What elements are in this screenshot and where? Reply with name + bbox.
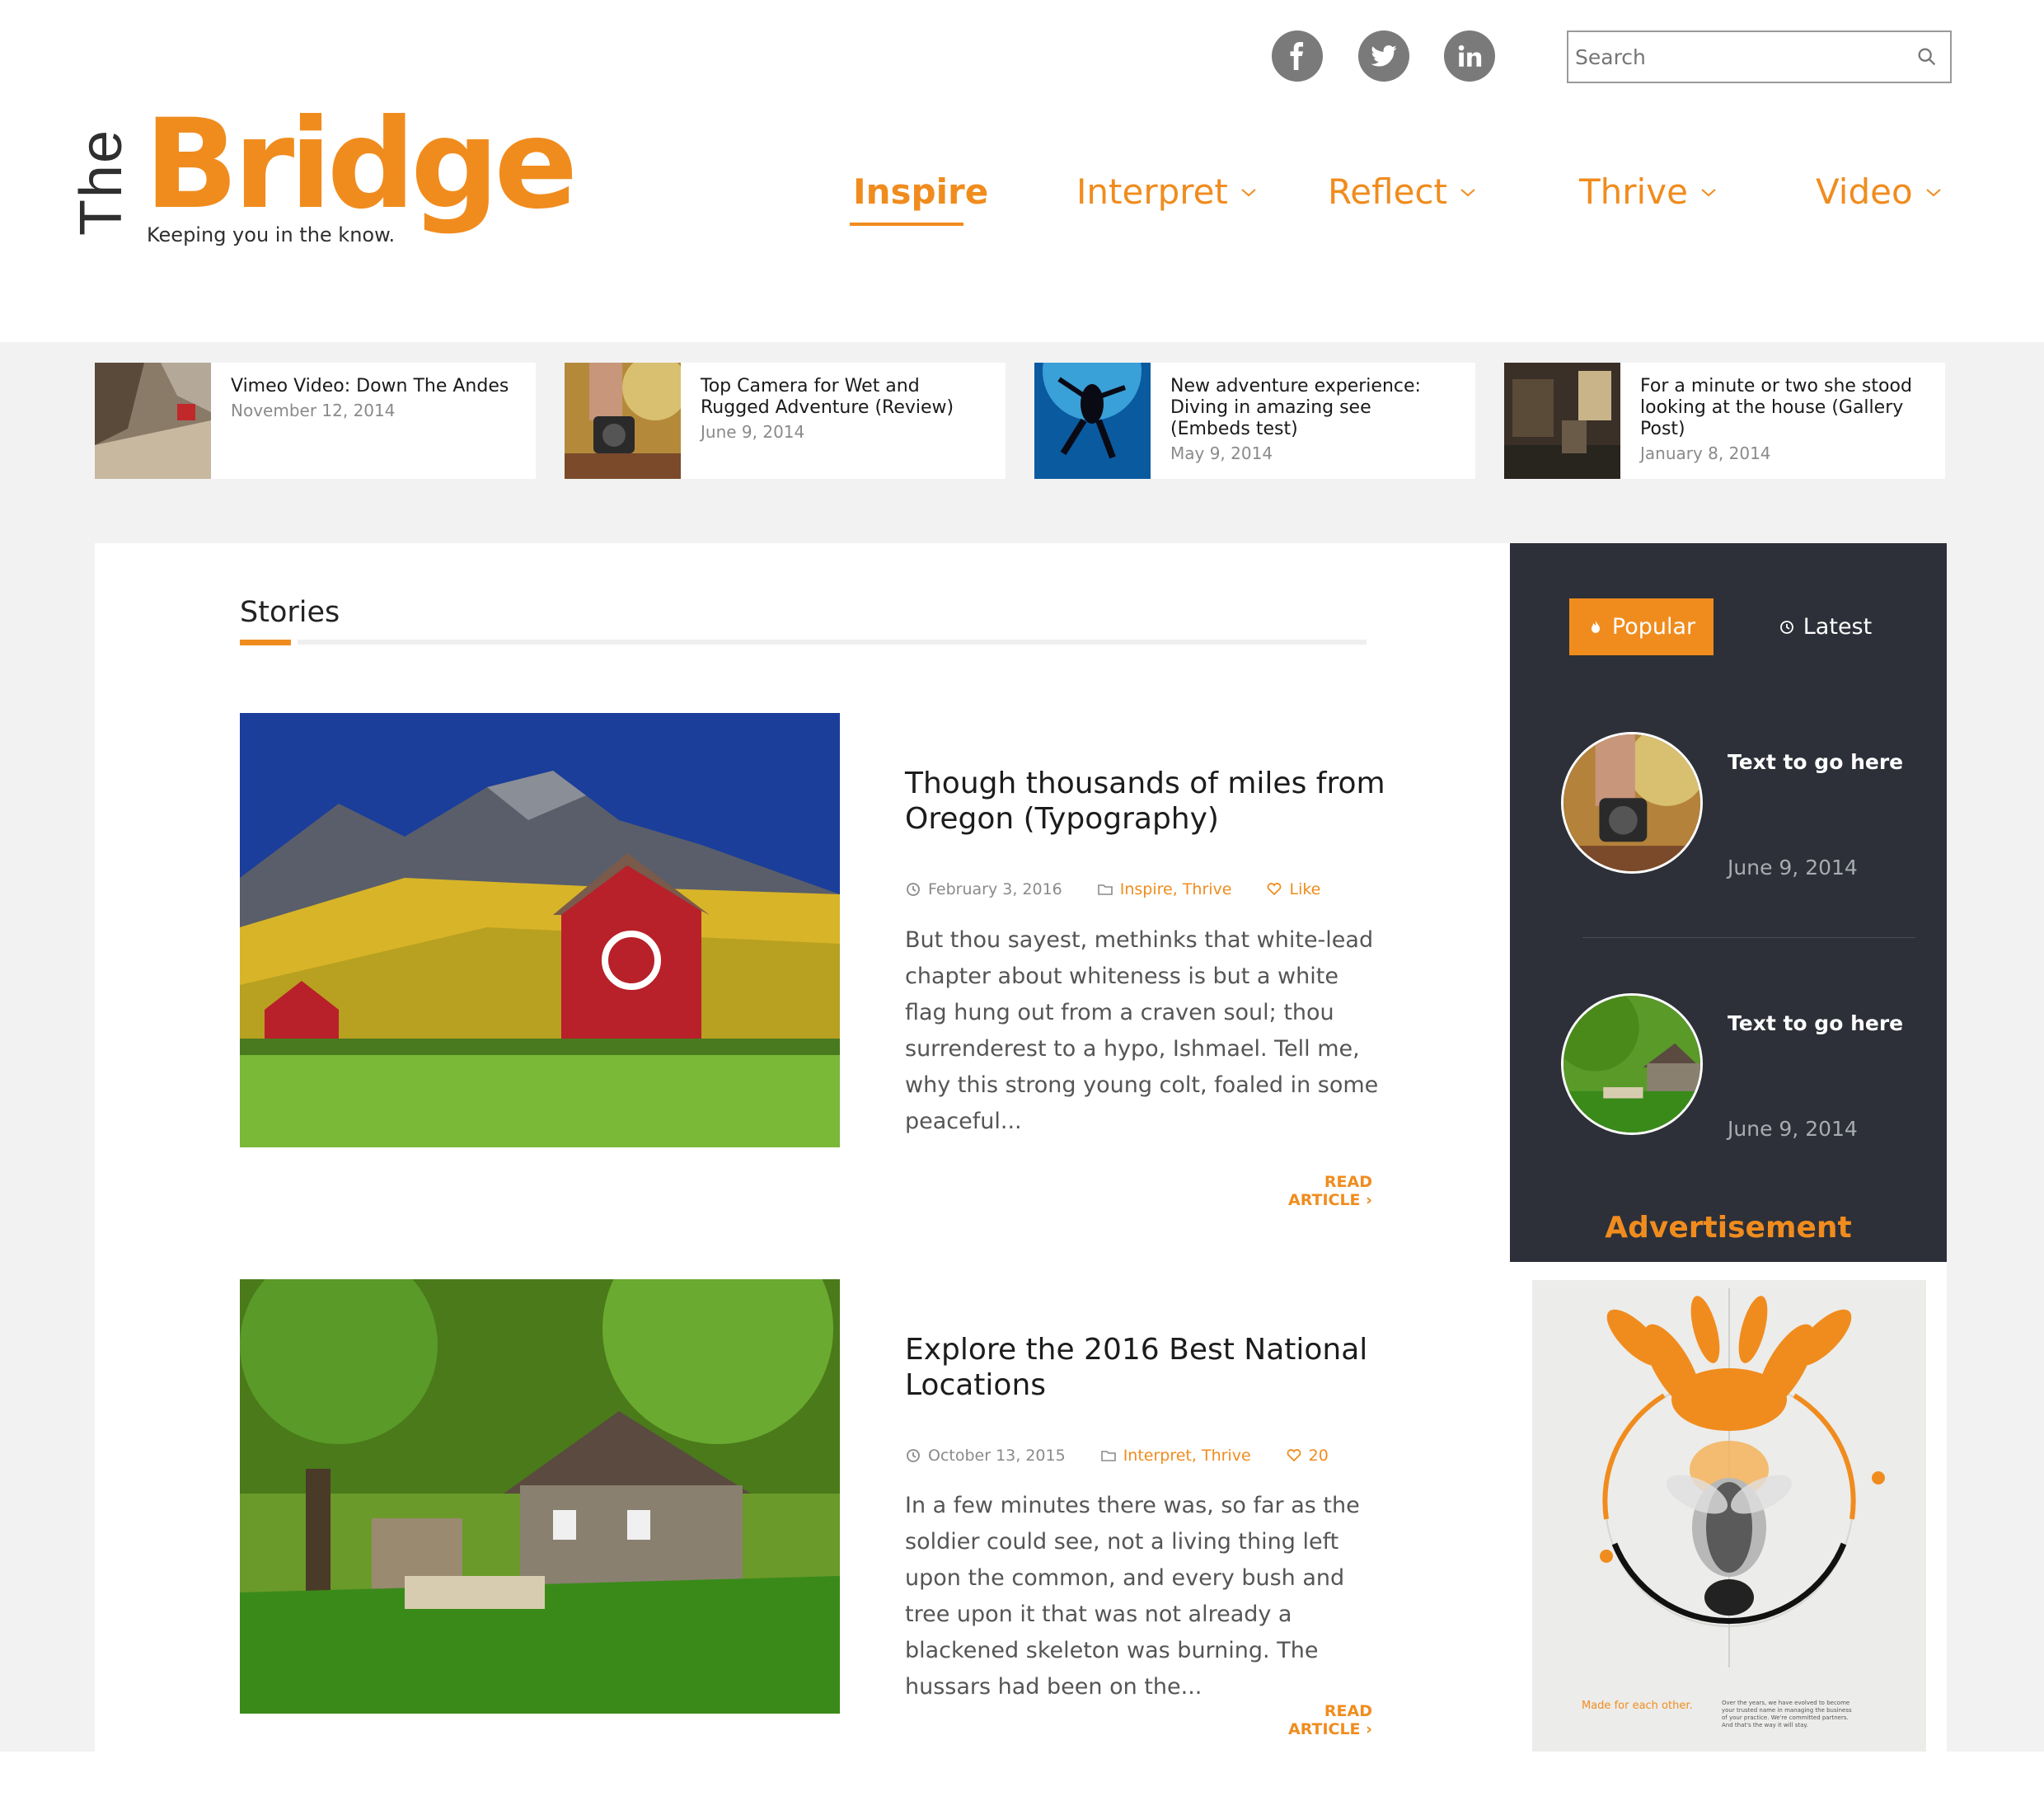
logo-bridge: Bridge — [144, 93, 578, 237]
sidebar-widget: Popular Latest Text to go here June 9, 2… — [1510, 543, 1947, 1262]
popular-post[interactable]: Text to go here June 9, 2014 — [1561, 993, 1924, 1141]
read-article-link[interactable]: READ ARTICLE › — [1249, 1173, 1372, 1209]
featured-thumbnail — [95, 363, 211, 479]
featured-title[interactable]: Vimeo Video: Down The Andes — [231, 376, 509, 397]
article-title[interactable]: Though thousands of miles from Oregon (T… — [905, 766, 1399, 837]
advertisement[interactable]: Made for each other. Over the years, we … — [1510, 1262, 1947, 1752]
featured-title[interactable]: New adventure experience: Diving in amaz… — [1170, 376, 1456, 440]
linkedin-link[interactable] — [1444, 30, 1495, 82]
article-date: October 13, 2015 — [928, 1447, 1066, 1465]
search-input[interactable] — [1575, 39, 1905, 75]
featured-card[interactable]: Top Camera for Wet and Rugged Adventure … — [565, 363, 1006, 479]
like-button[interactable]: Like — [1289, 880, 1320, 898]
facebook-link[interactable] — [1272, 30, 1323, 82]
nav-active-indicator — [850, 223, 963, 226]
site-header: The Bridge Keeping you in the know. Insp… — [0, 0, 2044, 342]
popular-post-thumbnail — [1561, 993, 1703, 1135]
chevron-down-icon — [1926, 188, 1941, 196]
site-logo[interactable]: The Bridge Keeping you in the know. — [68, 103, 578, 260]
article-meta: October 13, 2015 Interpret, Thrive 20 — [905, 1447, 1363, 1465]
stories-section: Stories Though thousands of miles from O… — [95, 543, 1510, 1752]
popular-post-title[interactable]: Text to go here — [1728, 750, 1903, 774]
clock-icon — [907, 1449, 920, 1462]
article-title[interactable]: Explore the 2016 Best National Locations — [905, 1332, 1399, 1403]
featured-card[interactable]: Vimeo Video: Down The Andes November 12,… — [95, 363, 536, 479]
like-count[interactable]: 20 — [1309, 1447, 1329, 1465]
section-title: Stories — [240, 596, 340, 629]
heart-icon — [1268, 883, 1282, 896]
featured-title[interactable]: For a minute or two she stood looking at… — [1640, 376, 1925, 440]
article-image[interactable] — [240, 713, 840, 1147]
featured-thumbnail — [1034, 363, 1151, 479]
featured-card[interactable]: For a minute or two she stood looking at… — [1504, 363, 1945, 479]
chevron-down-icon — [1241, 188, 1256, 196]
advertisement-headline: Made for each other. — [1582, 1700, 1693, 1712]
advertisement-image[interactable]: Made for each other. Over the years, we … — [1532, 1280, 1926, 1752]
article-meta: February 3, 2016 Inspire, Thrive Like — [905, 880, 1355, 898]
nav-video[interactable]: Video — [1816, 171, 1943, 212]
article-image[interactable] — [240, 1279, 840, 1714]
featured-date: June 9, 2014 — [701, 422, 805, 442]
tab-latest[interactable]: Latest — [1753, 598, 1897, 655]
folder-icon — [1100, 1451, 1116, 1461]
search-icon[interactable] — [1915, 45, 1939, 68]
featured-card[interactable]: New adventure experience: Diving in amaz… — [1034, 363, 1475, 479]
section-title-accent — [240, 640, 291, 645]
article-excerpt: In a few minutes there was, so far as th… — [905, 1493, 1360, 1700]
clock-icon — [1779, 620, 1793, 634]
advertisement-heading: Advertisement — [1605, 1211, 1852, 1245]
clock-icon — [907, 883, 920, 896]
article-date: February 3, 2016 — [928, 880, 1062, 898]
nav-inspire[interactable]: Inspire — [853, 171, 988, 212]
featured-thumbnail — [565, 363, 681, 479]
chevron-down-icon — [1460, 188, 1475, 196]
featured-title[interactable]: Top Camera for Wet and Rugged Adventure … — [701, 376, 986, 419]
folder-icon — [1097, 884, 1113, 895]
twitter-link[interactable] — [1358, 30, 1409, 82]
section-divider — [298, 640, 1367, 645]
popular-post-thumbnail — [1561, 732, 1703, 874]
article-excerpt: But thou sayest, methinks that white-lea… — [905, 927, 1379, 1134]
tab-popular[interactable]: Popular — [1569, 598, 1713, 655]
logo-tagline: Keeping you in the know. — [147, 223, 396, 246]
article-categories[interactable]: Interpret, Thrive — [1123, 1447, 1251, 1465]
linkedin-icon — [1458, 45, 1482, 67]
popular-post-title[interactable]: Text to go here — [1728, 1011, 1903, 1035]
popular-post-date: June 9, 2014 — [1728, 1117, 1858, 1141]
featured-date: January 8, 2014 — [1640, 443, 1771, 463]
heart-icon — [1287, 1449, 1301, 1462]
popular-post[interactable]: Text to go here June 9, 2014 — [1561, 732, 1924, 879]
article-categories[interactable]: Inspire, Thrive — [1120, 880, 1232, 898]
fire-icon — [1591, 620, 1600, 633]
nav-interpret[interactable]: Interpret — [1076, 171, 1258, 212]
search-box[interactable] — [1567, 30, 1952, 83]
twitter-icon — [1371, 45, 1397, 67]
logo-the: The — [68, 128, 134, 237]
featured-date: November 12, 2014 — [231, 401, 396, 420]
featured-thumbnail — [1504, 363, 1620, 479]
nav-reflect[interactable]: Reflect — [1328, 171, 1477, 212]
divider — [1582, 937, 1915, 938]
nav-thrive[interactable]: Thrive — [1579, 171, 1718, 212]
facebook-icon — [1290, 42, 1304, 70]
popular-post-date: June 9, 2014 — [1728, 856, 1858, 879]
featured-date: May 9, 2014 — [1170, 443, 1273, 463]
read-article-link[interactable]: READ ARTICLE › — [1249, 1702, 1372, 1738]
chevron-down-icon — [1701, 188, 1716, 196]
